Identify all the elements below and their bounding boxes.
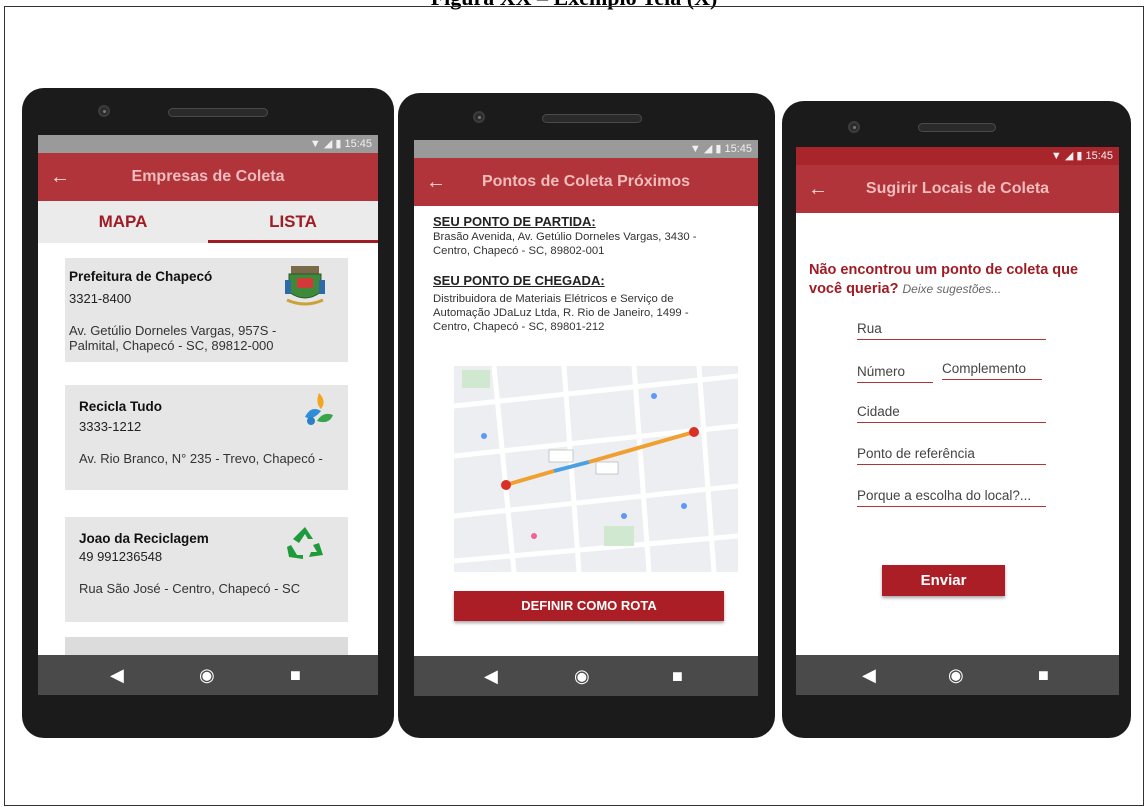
company-address-line1: Av. Getúlio Dorneles Vargas, 957S - xyxy=(69,323,277,338)
question-hint: Deixe sugestões... xyxy=(902,282,1002,296)
nav-back-icon[interactable]: ◀ xyxy=(484,656,498,696)
company-address-line1: Av. Rio Branco, N° 235 - Trevo, Chapecó … xyxy=(79,451,323,466)
company-name: Recicla Tudo xyxy=(79,399,163,414)
front-camera xyxy=(848,121,860,133)
company-phone: 49 991236548 xyxy=(79,549,163,564)
status-icons: ▼ ◢ ▮ xyxy=(689,143,722,155)
company-phone: 3321-8400 xyxy=(69,291,132,306)
page-title: Sugirir Locais de Coleta xyxy=(865,180,1050,197)
map-illustration xyxy=(454,366,738,572)
page-title: Pontos de Coleta Próximos xyxy=(481,173,691,190)
android-nav-bar: ◀ ◉ ■ xyxy=(796,655,1119,695)
status-time: 15:45 xyxy=(344,138,372,150)
phone-suggest-locations: ▼ ◢ ▮ 15:45 ← Sugirir Locais de Coleta N… xyxy=(782,101,1131,738)
nav-back-icon[interactable]: ◀ xyxy=(110,655,124,695)
screen-companies: ▼ ◢ ▮ 15:45 ← Empresas de Coleta MAPA LI… xyxy=(38,135,378,695)
screen-suggest-locations: ▼ ◢ ▮ 15:45 ← Sugirir Locais de Coleta N… xyxy=(796,147,1119,695)
status-time: 15:45 xyxy=(724,143,752,155)
company-name: Joao da Reciclagem xyxy=(79,531,209,546)
status-bar: ▼ ◢ ▮ 15:45 xyxy=(796,147,1119,165)
status-time: 15:45 xyxy=(1085,150,1113,162)
nav-home-icon[interactable]: ◉ xyxy=(948,655,964,695)
status-icons: ▼ ◢ ▮ xyxy=(1050,150,1083,162)
status-bar: ▼ ◢ ▮ 15:45 xyxy=(38,135,378,153)
question-heading: Não encontrou um ponto de coleta que voc… xyxy=(809,261,1109,299)
page-title: Empresas de Coleta xyxy=(131,168,285,185)
company-name: Prefeitura de Chapecó xyxy=(69,269,213,284)
nav-recent-icon[interactable]: ■ xyxy=(672,656,683,696)
speaker-grille xyxy=(542,114,642,123)
route-map[interactable] xyxy=(454,366,738,572)
send-button[interactable]: Enviar xyxy=(882,565,1005,596)
tab-lista[interactable]: LISTA xyxy=(208,201,378,243)
phone-companies: ▼ ◢ ▮ 15:45 ← Empresas de Coleta MAPA LI… xyxy=(22,88,394,738)
status-icons: ▼ ◢ ▮ xyxy=(309,138,342,150)
number-field[interactable]: Número xyxy=(857,364,933,383)
list-item[interactable]: Prefeitura de Chapecó 3321-8400 Av. Getú… xyxy=(65,258,348,362)
nav-recent-icon[interactable]: ■ xyxy=(1038,655,1049,695)
list-item[interactable]: Joao da Reciclagem 49 991236548 Rua São … xyxy=(65,517,348,622)
start-address-line2: Centro, Chapecó - SC, 89802-001 xyxy=(433,245,605,257)
speaker-grille xyxy=(168,108,268,117)
recycling-shapes-icon xyxy=(305,393,333,425)
company-phone: 3333-1212 xyxy=(79,419,142,434)
app-bar: ← Empresas de Coleta xyxy=(38,153,378,201)
reference-field[interactable]: Ponto de referência xyxy=(857,446,1046,465)
end-address-line3: Centro, Chapecó - SC, 89801-212 xyxy=(433,321,605,333)
speaker-grille xyxy=(918,123,996,132)
android-nav-bar: ◀ ◉ ■ xyxy=(414,656,758,696)
city-field[interactable]: Cidade xyxy=(857,404,1046,423)
set-route-button[interactable]: DEFINIR COMO ROTA xyxy=(454,591,724,621)
list-item[interactable]: Recicla Tudo 3333-1212 Av. Rio Branco, N… xyxy=(65,385,348,490)
green-recycle-icon xyxy=(287,527,323,559)
app-bar: ← Pontos de Coleta Próximos xyxy=(414,158,758,206)
list-item[interactable] xyxy=(65,637,348,657)
municipal-crest-icon xyxy=(285,266,325,306)
nav-back-icon[interactable]: ◀ xyxy=(862,655,876,695)
company-address-line2: Palmital, Chapecó - SC, 89812-000 xyxy=(69,338,274,353)
phone-nearby-points: ▼ ◢ ▮ 15:45 ← Pontos de Coleta Próximos … xyxy=(398,93,775,738)
nav-home-icon[interactable]: ◉ xyxy=(574,656,590,696)
start-address-line1: Brasão Avenida, Av. Getúlio Dorneles Var… xyxy=(433,231,697,243)
end-address-line1: Distribuidora de Materiais Elétricos e S… xyxy=(433,293,674,305)
street-field[interactable]: Rua xyxy=(857,321,1046,340)
screen-nearby-points: ▼ ◢ ▮ 15:45 ← Pontos de Coleta Próximos … xyxy=(414,140,758,696)
active-tab-indicator xyxy=(208,240,378,243)
complement-field[interactable]: Complemento xyxy=(942,361,1042,380)
front-camera xyxy=(473,111,485,123)
nav-recent-icon[interactable]: ■ xyxy=(290,655,301,695)
start-heading: SEU PONTO DE PARTIDA: xyxy=(433,214,596,229)
company-address-line1: Rua São José - Centro, Chapecó - SC xyxy=(79,581,301,596)
front-camera xyxy=(98,105,110,117)
nav-home-icon[interactable]: ◉ xyxy=(199,655,215,695)
status-bar: ▼ ◢ ▮ 15:45 xyxy=(414,140,758,158)
android-nav-bar: ◀ ◉ ■ xyxy=(38,655,378,695)
tab-bar: MAPA LISTA xyxy=(38,201,378,243)
app-bar: ← Sugirir Locais de Coleta xyxy=(796,165,1119,213)
reason-field[interactable]: Porque a escolha do local?... xyxy=(857,488,1046,507)
end-address-line2: Automação JDaLuz Ltda, R. Rio de Janeiro… xyxy=(433,307,689,319)
end-heading: SEU PONTO DE CHEGADA: xyxy=(433,273,605,288)
tab-mapa[interactable]: MAPA xyxy=(38,201,208,243)
